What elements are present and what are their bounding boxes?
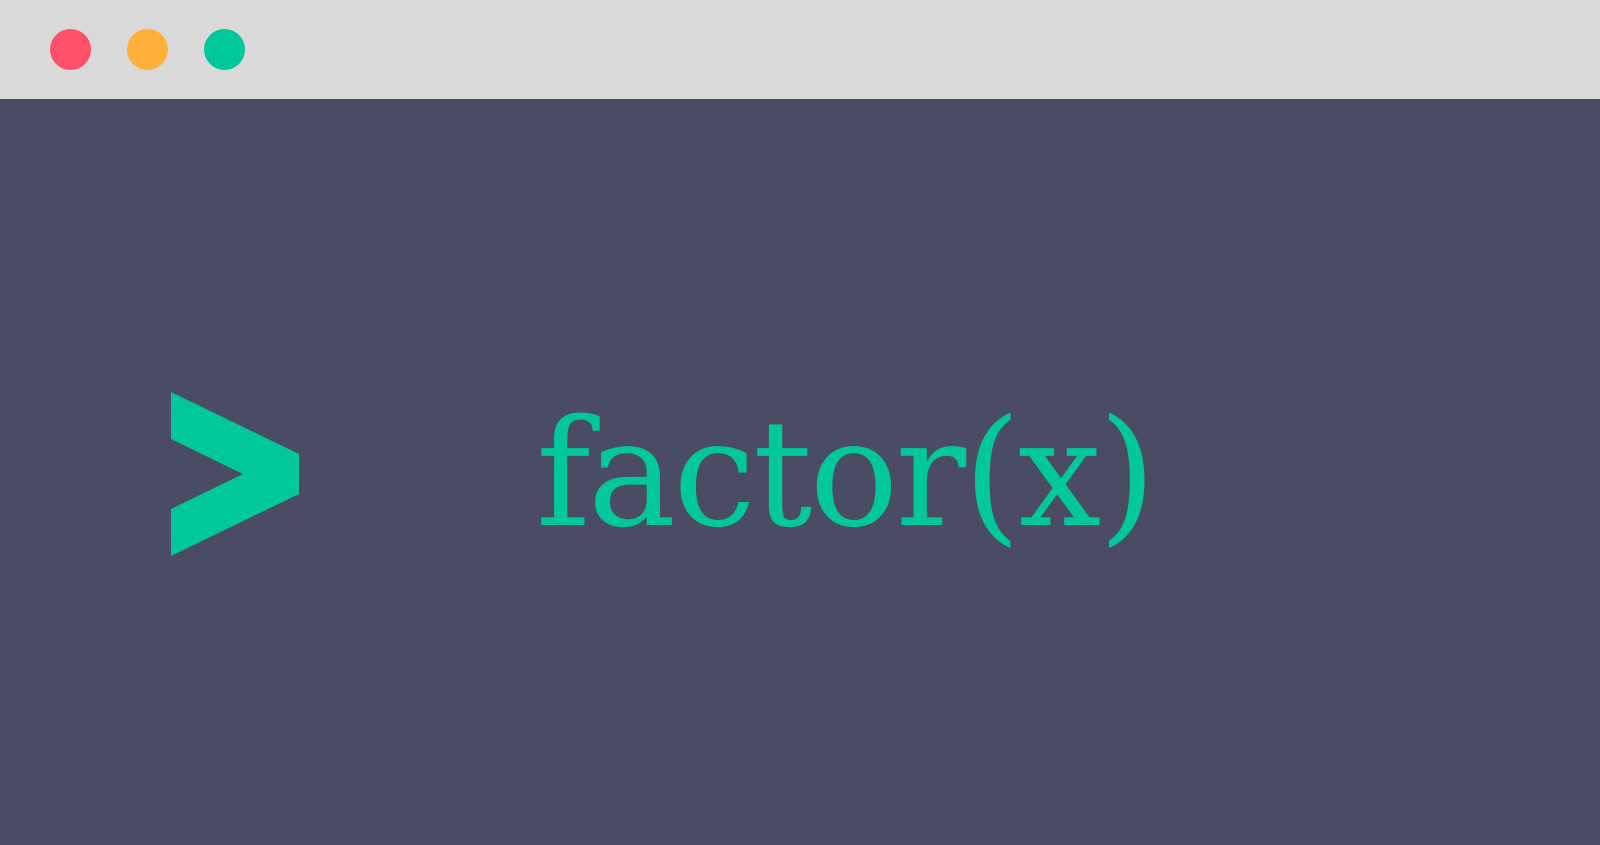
terminal-command-text: factor(x): [536, 388, 1156, 560]
minimize-window-button[interactable]: [127, 29, 168, 70]
terminal-content: factor(x): [0, 99, 1600, 845]
chevron-right-icon: [171, 392, 299, 556]
close-window-button[interactable]: [50, 29, 91, 70]
prompt-chevron-shape: [171, 392, 299, 556]
maximize-window-button[interactable]: [204, 29, 245, 70]
window-titlebar[interactable]: [0, 0, 1600, 99]
terminal-window: factor(x): [0, 0, 1600, 845]
